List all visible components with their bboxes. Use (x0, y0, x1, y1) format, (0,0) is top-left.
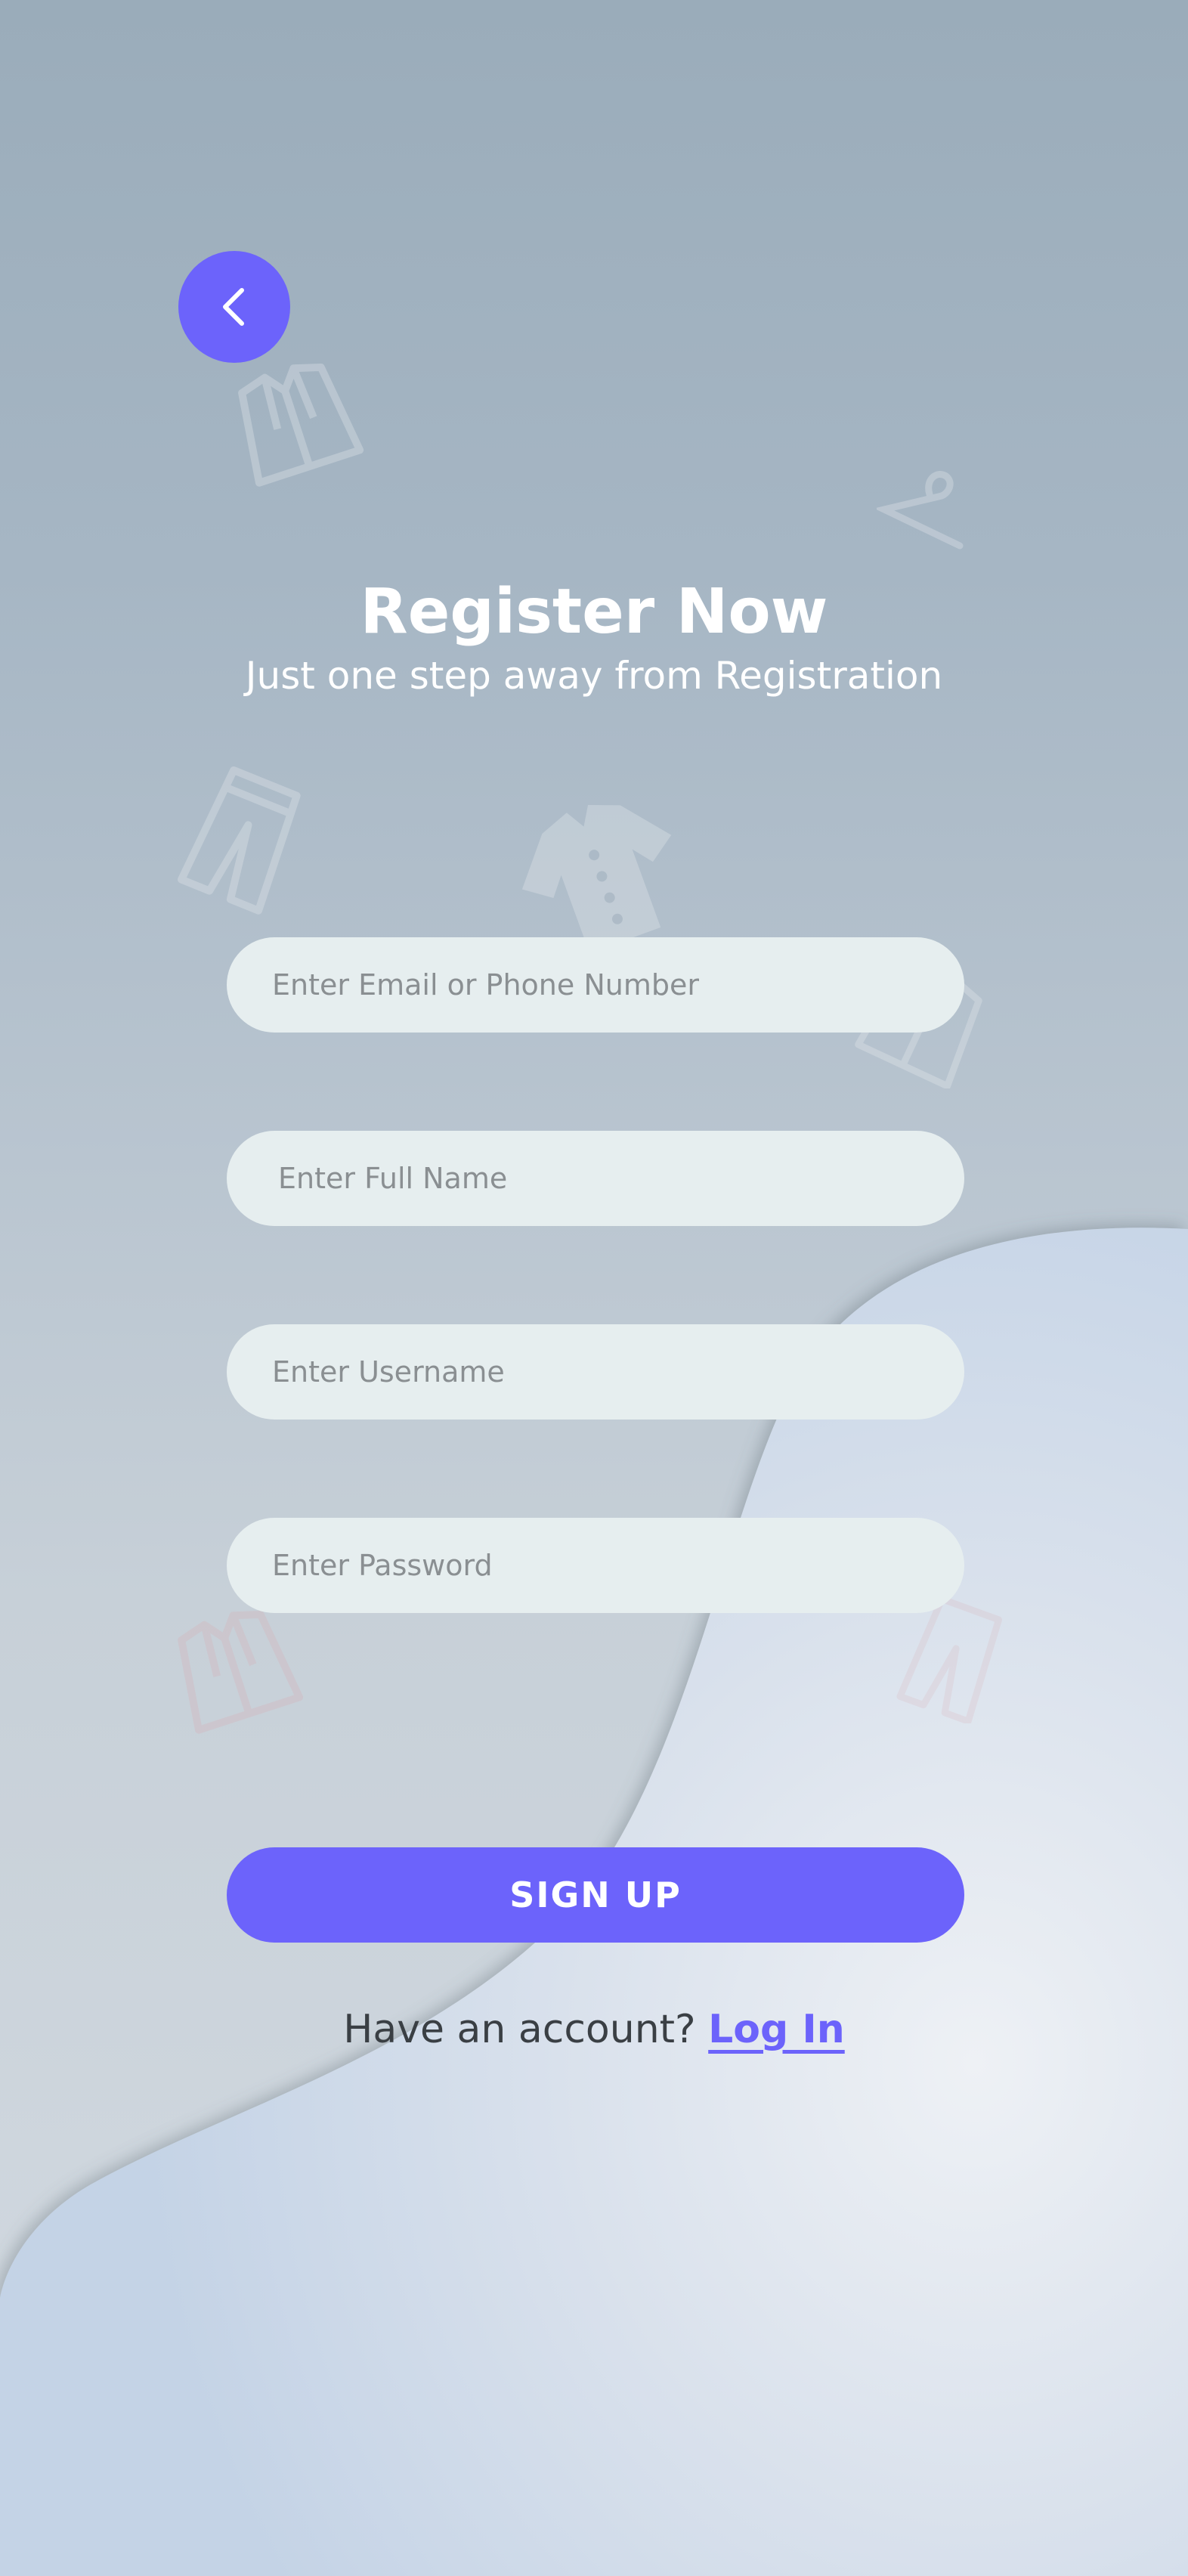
chevron-left-icon (223, 288, 244, 326)
register-screen: Register Now Just one step away from Reg… (0, 0, 1188, 2576)
email-phone-input[interactable] (227, 937, 964, 1033)
login-link[interactable]: Log In (708, 2007, 845, 2052)
pants-icon (178, 766, 301, 915)
password-input[interactable] (227, 1518, 964, 1613)
login-prompt-text: Have an account? (343, 2007, 696, 2052)
username-input[interactable] (227, 1324, 964, 1420)
jacket-icon (178, 1610, 304, 1734)
background-wave (0, 1228, 1188, 2576)
page-subtitle: Just one step away from Registration (245, 654, 943, 698)
pants-icon (896, 1596, 1003, 1723)
signup-button[interactable]: SIGN UP (227, 1847, 964, 1943)
full-name-input[interactable] (227, 1131, 964, 1226)
login-prompt-row: Have an account? Log In (0, 2003, 1188, 2056)
shirt-icon (521, 804, 672, 945)
hanger-icon (877, 471, 964, 550)
jacket-icon (238, 363, 364, 487)
back-button[interactable] (178, 251, 290, 363)
page-title: Register Now (360, 576, 828, 648)
